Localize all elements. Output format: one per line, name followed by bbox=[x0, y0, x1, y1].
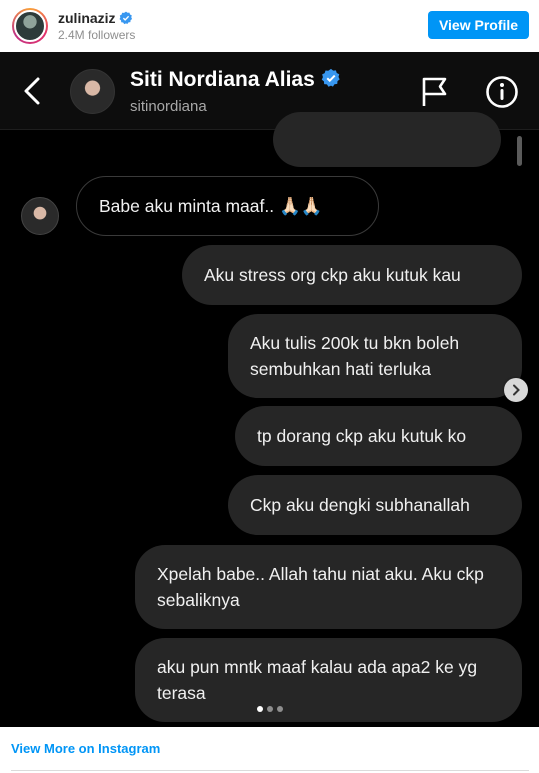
message-bubble-incoming: Babe aku minta maaf.. 🙏🏻🙏🏻 bbox=[76, 176, 379, 236]
contact-name[interactable]: Siti Nordiana Alias bbox=[130, 68, 315, 91]
verified-icon bbox=[119, 11, 133, 28]
chevron-right-icon bbox=[513, 384, 520, 396]
scrollbar[interactable] bbox=[517, 136, 522, 166]
follower-count: 2.4M followers bbox=[58, 28, 136, 42]
carousel-dot bbox=[276, 706, 283, 712]
contact-handle: sitinordiana bbox=[130, 98, 207, 115]
username-row[interactable]: zulinaziz bbox=[58, 10, 133, 28]
carousel-dot bbox=[266, 706, 273, 712]
message-bubble-outgoing: Aku tulis 200k tu bkn boleh sembuhkan ha… bbox=[228, 314, 522, 398]
message-bubble-outgoing: Ckp aku dengki subhanallah bbox=[228, 475, 522, 535]
sender-avatar bbox=[21, 197, 59, 235]
dm-screenshot: Siti Nordiana Alias sitinordiana Babe ak… bbox=[0, 52, 539, 727]
info-icon[interactable] bbox=[485, 75, 519, 109]
back-arrow-icon[interactable] bbox=[20, 76, 46, 106]
divider bbox=[11, 770, 529, 771]
message-text: Ckp aku dengki subhanallah bbox=[250, 495, 470, 515]
flag-icon[interactable] bbox=[420, 76, 450, 108]
message-text: Babe aku minta maaf.. 🙏🏻🙏🏻 bbox=[99, 196, 323, 216]
embed-header: zulinaziz 2.4M followers View Profile bbox=[0, 0, 539, 52]
profile-avatar[interactable] bbox=[12, 8, 48, 44]
carousel-dot bbox=[256, 706, 263, 712]
view-profile-button[interactable]: View Profile bbox=[428, 11, 529, 39]
message-text: tp dorang ckp aku kutuk ko bbox=[257, 426, 467, 446]
message-text: aku pun mntk maaf kalau ada apa2 ke yg t… bbox=[157, 657, 478, 703]
message-text: Aku tulis 200k tu bkn boleh sembuhkan ha… bbox=[250, 333, 460, 379]
message-bubble-outgoing: tp dorang ckp aku kutuk ko bbox=[235, 406, 522, 466]
contact-avatar[interactable] bbox=[70, 69, 115, 114]
message-bubble-outgoing: Aku stress org ckp aku kutuk kau bbox=[182, 245, 522, 305]
message-bubble-outgoing: Xpelah babe.. Allah tahu niat aku. Aku c… bbox=[135, 545, 522, 629]
carousel-next-button[interactable] bbox=[504, 378, 528, 402]
carousel-indicator bbox=[0, 706, 539, 712]
username[interactable]: zulinaziz bbox=[58, 10, 116, 26]
view-more-link[interactable]: View More on Instagram bbox=[11, 741, 160, 756]
message-bubble-partial bbox=[273, 112, 501, 167]
contact-name-row[interactable]: Siti Nordiana Alias bbox=[130, 68, 341, 94]
verified-icon bbox=[321, 68, 341, 94]
message-text: Aku stress org ckp aku kutuk kau bbox=[204, 265, 461, 285]
message-text: Xpelah babe.. Allah tahu niat aku. Aku c… bbox=[157, 564, 484, 610]
